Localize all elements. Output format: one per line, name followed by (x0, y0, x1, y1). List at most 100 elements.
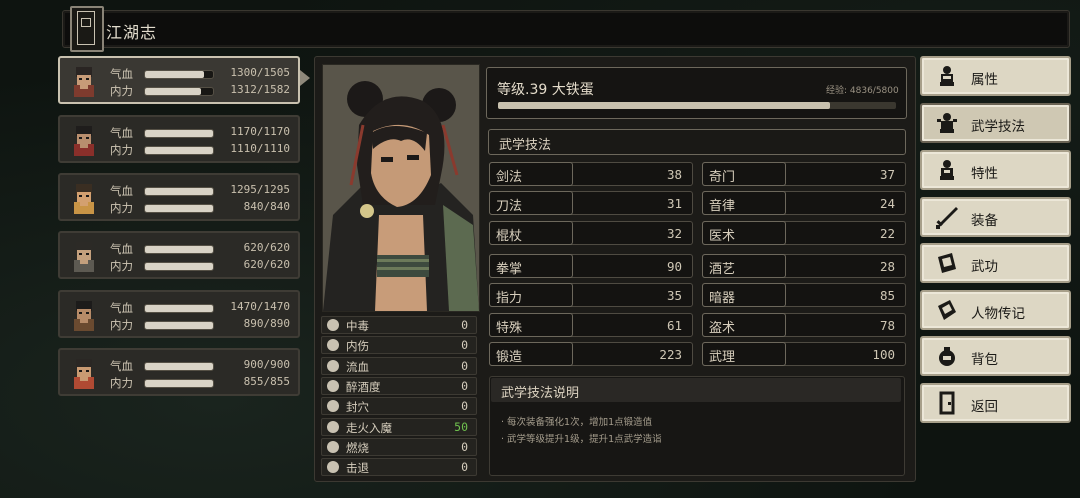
status-effect-name: 走火入魔 (346, 421, 392, 435)
skill-stat-left: 锻造 223 (489, 342, 693, 366)
menu-button-label: 背包 (971, 352, 998, 368)
mp-value: 1312/1582 (230, 83, 290, 96)
menu-button[interactable]: 武功 (920, 243, 1071, 283)
trait-person-icon (940, 160, 954, 180)
menu-button[interactable]: 人物传记 (920, 290, 1071, 330)
mp-bar (144, 262, 214, 271)
skill-name: 盗术 (709, 321, 736, 336)
menu-button-label: 装备 (971, 213, 998, 229)
hp-bar-fill (145, 363, 213, 370)
book-icon (70, 6, 104, 52)
skill-name: 特殊 (496, 321, 523, 336)
character-avatar (74, 67, 94, 97)
skill-value: 61 (666, 318, 682, 333)
menu-button[interactable]: 背包 (920, 336, 1071, 376)
mp-bar-fill (145, 88, 202, 95)
character-portrait (322, 64, 480, 312)
mp-value: 890/890 (243, 317, 290, 330)
menu-button[interactable]: 返回 (920, 383, 1071, 423)
character-card[interactable]: 气血 1470/1470 内力 890/890 (58, 290, 300, 338)
skill-value: 90 (666, 259, 682, 274)
skill-stat-left: 拳掌 90 (489, 254, 693, 278)
mp-row: 内力 620/620 (110, 258, 300, 273)
skill-stat-left: 指力 35 (489, 283, 693, 307)
mp-label: 内力 (110, 143, 133, 157)
skill-stat-right: 酒艺 28 (702, 254, 906, 278)
status-effect-icon (327, 380, 339, 392)
hp-value: 900/900 (243, 358, 290, 371)
menu-button[interactable]: 装备 (920, 197, 1071, 237)
mp-row: 内力 890/890 (110, 317, 300, 332)
hp-bar-fill (145, 130, 213, 137)
bag-icon (939, 347, 955, 366)
character-card[interactable]: 气血 1170/1170 内力 1110/1110 (58, 115, 300, 163)
skill-value: 28 (879, 259, 895, 274)
mp-label: 内力 (110, 201, 133, 215)
skill-value: 24 (879, 196, 895, 211)
status-effect-icon (327, 339, 339, 351)
status-effect-row: 中毒 0 (321, 316, 477, 334)
hp-bar (144, 70, 214, 79)
skill-stat-right: 武理 100 (702, 342, 906, 366)
mp-bar (144, 146, 214, 155)
description-title: 武学技法说明 (501, 386, 580, 401)
menu-button[interactable]: 特性 (920, 150, 1071, 190)
hp-row: 气血 900/900 (110, 358, 300, 373)
mp-row: 内力 1110/1110 (110, 142, 300, 157)
status-effect-name: 燃烧 (346, 441, 369, 455)
menu-button[interactable]: 属性 (920, 56, 1071, 96)
biography-book-icon (938, 300, 956, 320)
status-effect-icon (327, 461, 339, 473)
mp-bar-fill (145, 147, 213, 154)
hp-bar-fill (145, 305, 213, 312)
hp-label: 气血 (110, 126, 133, 140)
menu-button-label: 武学技法 (971, 119, 1025, 135)
exp-text: 经验: 4836/5800 (826, 86, 899, 96)
mp-row: 内力 855/855 (110, 375, 300, 390)
skill-value: 35 (666, 288, 682, 303)
status-effect-name: 内伤 (346, 339, 369, 353)
skill-stat-right: 奇门 37 (702, 162, 906, 186)
skills-section-title: 武学技法 (499, 138, 552, 153)
skill-stat-left: 特殊 61 (489, 313, 693, 337)
skill-stat-left: 剑法 38 (489, 162, 693, 186)
hp-row: 气血 1300/1505 (110, 66, 300, 81)
skill-value: 78 (879, 318, 895, 333)
hp-bar-fill (145, 188, 213, 195)
hp-label: 气血 (110, 359, 133, 373)
status-effect-icon (327, 400, 339, 412)
status-effect-value: 0 (461, 318, 468, 332)
skill-value: 223 (659, 347, 682, 362)
character-card[interactable]: 气血 1300/1505 内力 1312/1582 (58, 56, 300, 104)
hp-value: 1470/1470 (230, 300, 290, 313)
status-effect-row: 击退 0 (321, 458, 477, 476)
character-avatar (74, 126, 94, 156)
martial-person-icon (937, 113, 957, 133)
status-effect-icon (327, 319, 339, 331)
status-effect-value: 0 (461, 379, 468, 393)
menu-button-label: 人物传记 (971, 306, 1025, 322)
character-card[interactable]: 气血 620/620 内力 620/620 (58, 231, 300, 279)
hp-value: 1170/1170 (230, 125, 290, 138)
character-card[interactable]: 气血 1295/1295 内力 840/840 (58, 173, 300, 221)
mp-bar-fill (145, 263, 213, 270)
mp-bar-fill (145, 322, 213, 329)
mp-value: 855/855 (243, 375, 290, 388)
status-effect-row: 燃烧 0 (321, 438, 477, 456)
mp-bar-fill (145, 205, 213, 212)
skill-stat-right: 盗术 78 (702, 313, 906, 337)
status-effect-icon (327, 360, 339, 372)
skill-name: 奇门 (709, 170, 736, 185)
menu-button[interactable]: 武学技法 (920, 103, 1071, 143)
mp-row: 内力 840/840 (110, 200, 300, 215)
description-line: · 武学等级提升1级，提升1点武学造诣 (501, 434, 662, 445)
status-effect-value: 0 (461, 338, 468, 352)
hp-value: 1295/1295 (230, 183, 290, 196)
hp-bar-fill (145, 246, 213, 253)
status-effect-value: 0 (461, 399, 468, 413)
character-card[interactable]: 气血 900/900 内力 855/855 (58, 348, 300, 396)
skill-name: 锻造 (496, 350, 523, 365)
status-effect-name: 中毒 (346, 319, 369, 333)
skill-name: 棍杖 (496, 229, 523, 244)
skills-section-header: 武学技法 (488, 129, 906, 155)
